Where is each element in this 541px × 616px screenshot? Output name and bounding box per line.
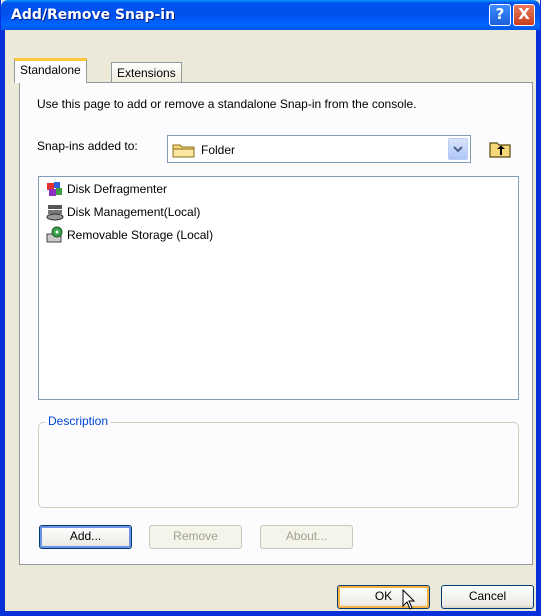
snapins-added-to-dropdown[interactable]: Folder	[167, 135, 471, 163]
list-item-label: Removable Storage (Local)	[67, 228, 214, 242]
disk-defragmenter-icon	[45, 180, 65, 198]
window-frame-right	[536, 30, 540, 616]
list-item[interactable]: Disk Defragmenter	[45, 179, 167, 199]
up-one-level-button[interactable]	[488, 139, 512, 159]
about-button[interactable]: About...	[260, 525, 353, 549]
list-item[interactable]: Removable Storage (Local)	[45, 225, 213, 245]
title-bar[interactable]: Add/Remove Snap-in ? X	[1, 0, 540, 30]
folder-icon	[172, 142, 196, 161]
list-item-label: Disk Defragmenter	[67, 182, 168, 196]
list-item[interactable]: Disk Management(Local)	[45, 202, 200, 222]
help-button[interactable]: ?	[489, 4, 511, 26]
intro-text: Use this page to add or remove a standal…	[37, 97, 417, 111]
snapins-listbox[interactable]: Disk Defragmenter Disk Management(Local)	[38, 176, 519, 400]
removable-storage-icon	[45, 226, 65, 244]
remove-button[interactable]: Remove	[149, 525, 242, 549]
description-label: Description	[45, 414, 112, 428]
snapins-added-to-label: Snap-ins added to:	[37, 139, 138, 153]
dropdown-selected-value: Folder	[201, 143, 236, 157]
list-item-label: Disk Management(Local)	[67, 205, 201, 219]
close-button[interactable]: X	[513, 4, 535, 26]
mouse-pointer-icon	[402, 588, 418, 614]
disk-management-icon	[45, 203, 65, 221]
window-title: Add/Remove Snap-in	[11, 7, 176, 23]
cancel-button[interactable]: Cancel	[441, 585, 534, 609]
description-groupbox	[38, 422, 519, 508]
window-frame-bottom	[1, 611, 541, 615]
up-folder-icon	[489, 142, 511, 158]
tab-standalone[interactable]: Standalone	[14, 58, 87, 83]
window-frame-left	[1, 30, 5, 616]
add-remove-snapin-dialog: Add/Remove Snap-in ? X Standalone Extens…	[0, 0, 541, 616]
add-button[interactable]: Add...	[39, 525, 132, 549]
tab-extensions[interactable]: Extensions	[111, 62, 182, 83]
chevron-down-icon[interactable]	[448, 138, 468, 160]
